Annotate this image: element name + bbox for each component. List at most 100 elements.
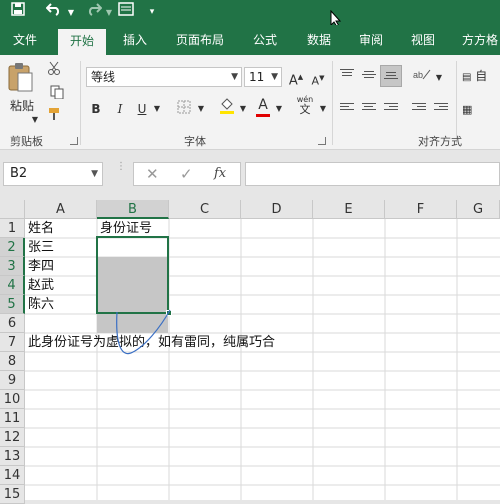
row-header-7[interactable]: 7: [0, 333, 25, 352]
font-name-combo[interactable]: 等线 ▼: [86, 67, 242, 87]
tab-data[interactable]: 数据: [298, 25, 340, 55]
chevron-down-icon[interactable]: ▼: [434, 69, 444, 87]
row-header-8[interactable]: 8: [0, 352, 25, 371]
row-header-1[interactable]: 1: [0, 219, 25, 238]
bottom-align-icon[interactable]: [380, 65, 402, 87]
enter-icon[interactable]: ✓: [180, 165, 193, 183]
top-align-icon[interactable]: [340, 69, 354, 80]
worksheet-grid[interactable]: A B C D E F G 1 2 3 4 5 6 7 8 9 10 11 12…: [0, 200, 500, 504]
row-header-3[interactable]: 3: [0, 257, 25, 276]
row-header-15[interactable]: 15: [0, 485, 25, 504]
font-dialog-launcher-icon[interactable]: [318, 137, 326, 145]
clipboard-dialog-launcher-icon[interactable]: [70, 137, 78, 145]
column-header-d[interactable]: D: [241, 200, 313, 219]
title-bar: ▼ ▼ ▾: [0, 0, 500, 28]
alignment-group-label: 对齐方式: [418, 135, 462, 148]
tab-page-layout[interactable]: 页面布局: [170, 25, 230, 55]
column-header-g[interactable]: G: [457, 200, 500, 219]
ribbon-divider: [332, 61, 333, 145]
resize-handle-icon[interactable]: ⋮: [116, 162, 126, 184]
borders-icon[interactable]: [176, 100, 192, 119]
customize-icon[interactable]: ▾: [146, 0, 158, 25]
cut-icon[interactable]: [44, 61, 64, 80]
row-header-10[interactable]: 10: [0, 390, 25, 409]
chevron-down-icon: ▼: [271, 72, 278, 82]
print-preview-icon[interactable]: [116, 0, 136, 25]
tab-fangfangge[interactable]: 方方格: [456, 25, 500, 55]
font-color-button[interactable]: A: [254, 96, 272, 117]
chevron-down-icon[interactable]: ▼: [196, 100, 206, 118]
merge-center-icon[interactable]: ▦: [462, 101, 500, 119]
chevron-down-icon[interactable]: ▼: [274, 100, 284, 118]
undo-icon[interactable]: [44, 0, 64, 25]
grow-font-button[interactable]: A▲: [288, 68, 304, 90]
chevron-down-icon[interactable]: ▼: [318, 100, 328, 118]
name-box[interactable]: B2 ▼: [3, 162, 103, 186]
undo-dropdown-icon[interactable]: ▼: [66, 0, 76, 25]
cancel-icon[interactable]: ✕: [146, 165, 159, 183]
column-header-e[interactable]: E: [313, 200, 385, 219]
row-header-12[interactable]: 12: [0, 428, 25, 447]
save-icon[interactable]: [8, 0, 28, 25]
font-size-combo[interactable]: 11 ▼: [244, 67, 282, 87]
row-header-5[interactable]: 5: [0, 295, 25, 314]
tab-view[interactable]: 视图: [402, 25, 444, 55]
italic-button[interactable]: I: [112, 100, 128, 118]
paste-dropdown-icon[interactable]: ▼: [30, 111, 40, 129]
row-header-13[interactable]: 13: [0, 447, 25, 466]
orientation-icon[interactable]: ab: [412, 67, 432, 86]
fill-color-icon[interactable]: [218, 97, 236, 120]
wrap-text-label: 自: [475, 69, 488, 83]
column-header-f[interactable]: F: [385, 200, 457, 219]
redo-dropdown-icon[interactable]: ▼: [104, 0, 114, 25]
shrink-font-label: A: [311, 74, 320, 88]
row-header-9[interactable]: 9: [0, 371, 25, 390]
row-header-6[interactable]: 6: [0, 314, 25, 333]
bold-button[interactable]: B: [88, 100, 104, 118]
row-header-2[interactable]: 2: [0, 238, 25, 257]
cell-a4[interactable]: 赵武: [28, 276, 54, 295]
tab-home[interactable]: 开始: [58, 29, 106, 55]
formula-buttons: ✕ ✓ fx: [133, 162, 241, 186]
shrink-font-button[interactable]: A▼: [310, 69, 326, 91]
cell-a2[interactable]: 张三: [28, 238, 54, 257]
chevron-down-icon: ▼: [231, 72, 238, 82]
align-left-icon[interactable]: [340, 103, 354, 114]
tab-insert[interactable]: 插入: [114, 25, 156, 55]
selected-range-border: [96, 236, 169, 314]
align-right-icon[interactable]: [384, 103, 398, 114]
cell-a5[interactable]: 陈六: [28, 295, 54, 314]
format-painter-icon[interactable]: [44, 107, 64, 126]
cell-b1[interactable]: 身份证号: [100, 219, 152, 238]
column-header-b[interactable]: B: [97, 200, 169, 219]
grow-font-label: A: [288, 73, 298, 89]
wrap-text-icon: ▤: [462, 72, 472, 83]
align-center-icon[interactable]: [362, 103, 376, 114]
copy-icon[interactable]: [44, 85, 70, 104]
row-header-14[interactable]: 14: [0, 466, 25, 485]
wrap-text-button[interactable]: ▤ 自: [462, 67, 500, 87]
middle-align-icon[interactable]: [362, 71, 376, 82]
underline-button[interactable]: U: [134, 100, 150, 118]
insert-function-icon[interactable]: fx: [214, 166, 226, 181]
formula-input[interactable]: [245, 162, 500, 186]
cell-a3[interactable]: 李四: [28, 257, 54, 276]
cell-a1[interactable]: 姓名: [28, 219, 54, 238]
phonetic-guide-button[interactable]: wén 文: [296, 95, 314, 115]
tab-formulas[interactable]: 公式: [244, 25, 286, 55]
redo-icon[interactable]: [86, 0, 103, 25]
chevron-down-icon[interactable]: ▼: [152, 100, 162, 118]
column-header-a[interactable]: A: [25, 200, 97, 219]
phonetic-char: 文: [299, 103, 311, 116]
row-header-11[interactable]: 11: [0, 409, 25, 428]
tab-file[interactable]: 文件: [4, 25, 46, 55]
decrease-indent-icon[interactable]: [412, 103, 426, 114]
chevron-down-icon[interactable]: ▼: [238, 100, 248, 118]
column-header-c[interactable]: C: [169, 200, 241, 219]
svg-text:ab: ab: [413, 70, 423, 80]
row-header-4[interactable]: 4: [0, 276, 25, 295]
increase-indent-icon[interactable]: [434, 103, 448, 114]
tab-review[interactable]: 审阅: [350, 25, 392, 55]
select-all-corner[interactable]: [0, 200, 25, 219]
chevron-down-icon: ▼: [91, 169, 98, 179]
